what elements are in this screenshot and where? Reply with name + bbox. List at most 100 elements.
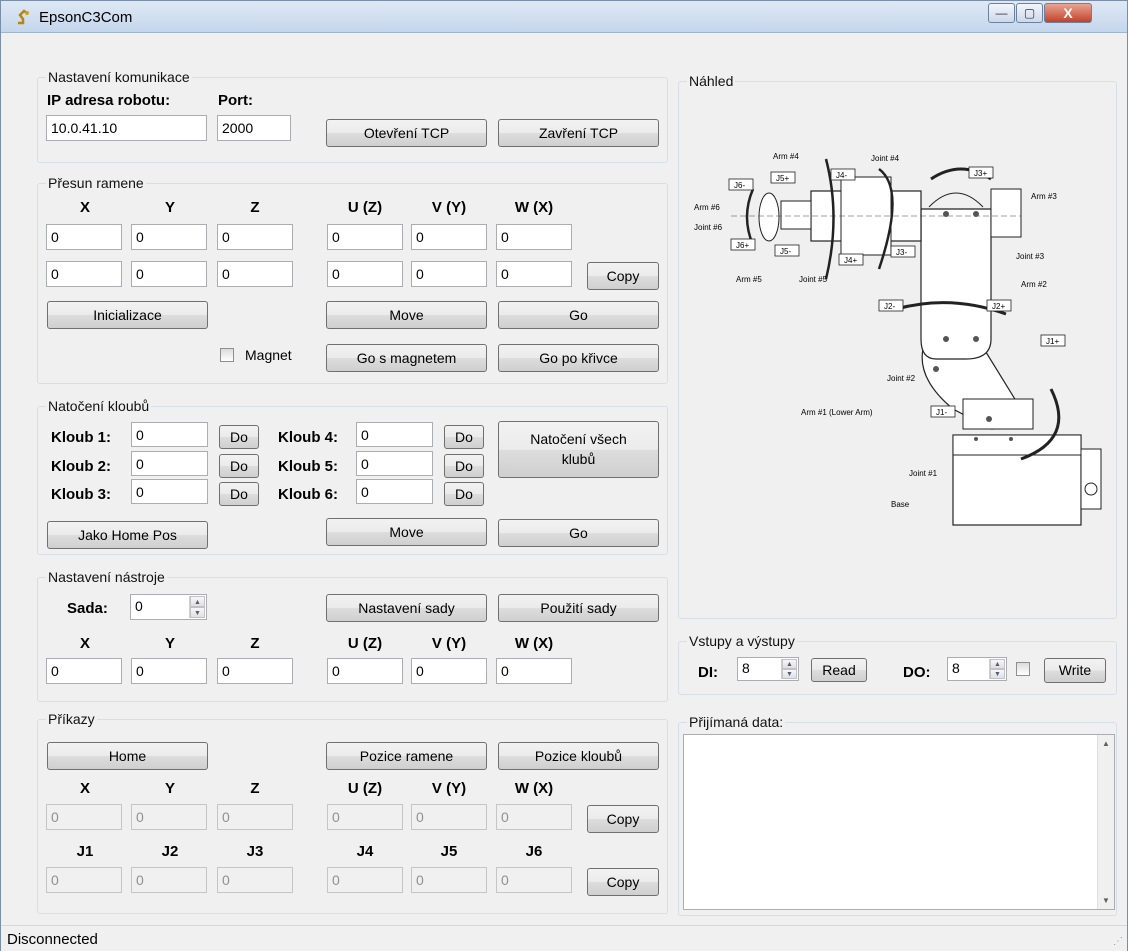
joint5-input[interactable] [356,451,433,476]
move-button[interactable]: Move [326,301,487,329]
home-button[interactable]: Home [47,742,208,770]
cmd-u-field [327,804,403,830]
spin-down-icon[interactable]: ▼ [782,669,797,679]
cmd-header-z: Z [250,780,260,797]
robot-diagram: J6- J5+ J4- J3+ J6+ J5- J4+ J3- J2- J2+ … [694,152,1102,526]
header-j2: J2 [161,843,179,860]
magnet-checkbox[interactable] [220,348,234,362]
cmd-v-field [411,804,487,830]
write-button[interactable]: Write [1044,658,1106,683]
move-z-input[interactable] [217,224,293,250]
vertical-scrollbar[interactable]: ▲ ▼ [1097,735,1114,909]
move2-w-input[interactable] [496,261,572,287]
window-title: EpsonC3Com [39,9,133,26]
tool-z-input[interactable] [217,658,293,684]
move2-y-input[interactable] [131,261,207,287]
cmd-j4-field [327,867,403,893]
move2-x-input[interactable] [46,261,122,287]
joint5-label: Kloub 5: [278,458,338,475]
title-bar[interactable]: EpsonC3Com — ▢ X [1,1,1127,33]
move-w-input[interactable] [496,224,572,250]
spin-up-icon[interactable]: ▲ [782,659,797,669]
move-y-input[interactable] [131,224,207,250]
spin-up-icon[interactable]: ▲ [190,596,205,607]
init-button[interactable]: Inicializace [47,301,208,329]
move-u-input[interactable] [327,224,403,250]
go-curve-button[interactable]: Go po křivce [498,344,659,372]
move2-v-input[interactable] [411,261,487,287]
set-spinner[interactable]: 0 ▲ ▼ [130,594,207,620]
port-input[interactable] [217,115,291,141]
group-label: Nastavení komunikace [46,69,192,85]
do-label: DO: [903,664,931,681]
tool-v-input[interactable] [411,658,487,684]
do-checkbox[interactable] [1016,662,1030,676]
arm-position-button[interactable]: Pozice ramene [326,742,487,770]
header-x: X [79,199,90,216]
joint-go-button[interactable]: Go [498,519,659,547]
spin-up-icon[interactable]: ▲ [990,659,1005,669]
cmd-header-v: V (Y) [431,780,467,797]
received-data-textarea[interactable]: ▲ ▼ [683,734,1115,910]
tool-u-input[interactable] [327,658,403,684]
joint6-input[interactable] [356,479,433,504]
tag-j1-minus: J1- [936,408,947,417]
ip-address-input[interactable] [46,115,207,141]
copy-coords-button[interactable]: Copy [587,805,659,833]
cmd-header-u: U (Z) [347,780,383,797]
do-spinner[interactable]: 8 ▲ ▼ [947,657,1007,681]
go-magnet-button[interactable]: Go s magnetem [326,344,487,372]
resize-grip-icon[interactable]: ⋰ [1113,936,1123,947]
copy-joints-button[interactable]: Copy [587,868,659,896]
joint1-input[interactable] [131,422,208,447]
open-tcp-button[interactable]: Otevření TCP [326,119,487,147]
read-button[interactable]: Read [811,658,867,682]
move-x-input[interactable] [46,224,122,250]
move2-u-input[interactable] [327,261,403,287]
set-config-button[interactable]: Nastavení sady [326,594,487,622]
group-label: Příkazy [46,711,97,727]
move-v-input[interactable] [411,224,487,250]
joint3-input[interactable] [131,479,208,504]
main-window: EpsonC3Com — ▢ X Nastavení komunikace IP… [0,0,1128,951]
magnet-label: Magnet [245,347,292,363]
joint-move-button[interactable]: Move [326,518,487,546]
joint1-do-button[interactable]: Do [219,425,259,449]
joint5-do-button[interactable]: Do [444,454,484,478]
callout-arm2: Arm #2 [1021,280,1047,289]
callout-arm6: Arm #6 [694,203,720,212]
minimize-button[interactable]: — [988,3,1015,23]
joint2-input[interactable] [131,451,208,476]
tool-x-input[interactable] [46,658,122,684]
joint3-do-button[interactable]: Do [219,482,259,506]
spin-down-icon[interactable]: ▼ [990,669,1005,679]
tool-y-input[interactable] [131,658,207,684]
joint4-do-button[interactable]: Do [444,425,484,449]
joint6-do-button[interactable]: Do [444,482,484,506]
tag-j5-minus: J5- [780,247,791,256]
rotate-all-joints-button[interactable]: Natočení všech klubů [498,421,659,478]
cmd-j1-field [46,867,122,893]
header-j1: J1 [76,843,94,860]
joint-position-button[interactable]: Pozice kloubů [498,742,659,770]
joint1-label: Kloub 1: [51,429,111,446]
use-set-button[interactable]: Použití sady [498,594,659,622]
joint4-input[interactable] [356,422,433,447]
go-button[interactable]: Go [498,301,659,329]
spin-down-icon[interactable]: ▼ [190,607,205,618]
di-spinner[interactable]: 8 ▲ ▼ [737,657,799,681]
close-button[interactable]: X [1044,3,1092,23]
tag-j3-minus: J3- [896,248,907,257]
close-tcp-button[interactable]: Zavření TCP [498,119,659,147]
group-label: Natočení kloubů [46,398,152,414]
callout-joint2: Joint #2 [887,374,916,383]
scroll-down-icon[interactable]: ▼ [1098,892,1114,909]
scroll-up-icon[interactable]: ▲ [1098,735,1114,752]
copy-button[interactable]: Copy [587,262,659,290]
header-j5: J5 [440,843,458,860]
as-home-pos-button[interactable]: Jako Home Pos [47,521,208,549]
move2-z-input[interactable] [217,261,293,287]
joint2-do-button[interactable]: Do [219,454,259,478]
tool-w-input[interactable] [496,658,572,684]
maximize-button[interactable]: ▢ [1016,3,1043,23]
